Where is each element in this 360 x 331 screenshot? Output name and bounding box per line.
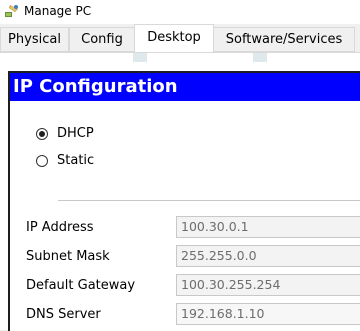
tab-physical[interactable]: Physical [0,27,69,52]
panel-notch [133,53,147,62]
ip-configuration-panel: IP Configuration DHCP Static IP Address … [8,71,360,331]
static-label: Static [57,153,95,168]
ip-address-label: IP Address [26,220,94,235]
pc-app-icon [4,3,20,19]
subnet-mask-label: Subnet Mask [26,249,110,264]
tab-config[interactable]: Config [69,27,135,52]
dhcp-radio[interactable] [36,128,48,140]
subnet-mask-field[interactable]: 255.255.0.0 [176,245,360,267]
panel-title: IP Configuration [10,73,360,101]
static-radio[interactable] [36,155,48,167]
tab-bar: Physical Config Desktop Software/Service… [0,24,360,52]
default-gateway-label: Default Gateway [26,278,136,293]
divider [58,200,360,201]
desktop-content: IP Configuration DHCP Static IP Address … [0,52,360,331]
desktop-strip [0,53,360,71]
window-title: Manage PC [24,4,92,18]
tab-desktop[interactable]: Desktop [134,24,214,52]
dns-server-label: DNS Server [26,307,101,322]
default-gateway-field[interactable]: 100.30.255.254 [176,274,360,296]
ip-address-field[interactable]: 100.30.0.1 [176,216,360,238]
panel-notch [253,53,267,62]
title-bar: Manage PC [0,0,360,24]
dns-server-field[interactable]: 192.168.1.10 [176,303,360,325]
tab-software-services[interactable]: Software/Services [213,27,355,52]
dhcp-label: DHCP [57,126,94,141]
